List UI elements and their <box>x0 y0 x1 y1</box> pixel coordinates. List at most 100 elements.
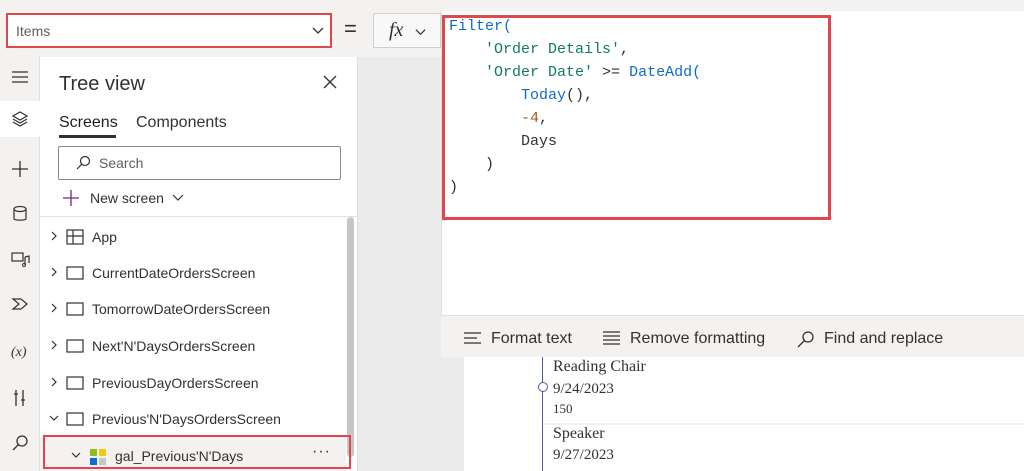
canvas-area <box>358 57 441 471</box>
gallery-item-quantity: 150 <box>553 401 573 416</box>
hamburger-menu[interactable] <box>0 59 40 95</box>
screen-icon <box>66 376 84 390</box>
gallery-item-date: 9/27/2023 <box>553 447 614 463</box>
chevron-right-icon[interactable] <box>49 377 59 387</box>
code-token: Filter( <box>449 18 513 35</box>
media-icon <box>11 252 30 267</box>
tree-item-screen[interactable]: CurrentDateOrdersScreen <box>40 254 346 290</box>
code-token: ) <box>449 156 495 173</box>
gallery-item-title: Reading Chair <box>553 358 646 375</box>
tree-item-app[interactable]: App <box>40 218 346 254</box>
remove-formatting-label: Remove formatting <box>630 330 766 347</box>
tab-active-indicator <box>59 135 116 138</box>
rail-media[interactable] <box>0 241 40 277</box>
code-token: Today <box>521 87 567 104</box>
left-rail: (x) <box>0 57 40 471</box>
formula-toolbar: Format text Remove formatting Find and r… <box>441 315 1024 357</box>
code-token: ) <box>449 179 459 196</box>
tree-item-gallery[interactable]: gal_Previous'N'Days ··· <box>40 437 346 471</box>
code-token: -4 <box>521 110 540 127</box>
code-line: Filter( <box>449 15 701 38</box>
chevron-down-icon <box>312 27 324 34</box>
formula-editor[interactable]: Filter( 'Order Details', 'Order Date' >=… <box>441 11 1024 315</box>
code-line: Days <box>449 130 701 153</box>
tab-components[interactable]: Components <box>136 114 227 132</box>
power-automate-icon <box>11 298 28 310</box>
plus-icon <box>12 161 28 177</box>
search-input[interactable] <box>99 154 329 172</box>
tree-item-screen[interactable]: Previous'N'DaysOrdersScreen <box>40 400 346 436</box>
chevron-down-icon[interactable] <box>71 450 81 460</box>
property-dropdown[interactable]: Items <box>6 13 332 48</box>
remove-formatting-icon <box>603 331 620 345</box>
gallery-control[interactable] <box>464 357 1024 471</box>
tree-item-screen[interactable]: TomorrowDateOrdersScreen <box>40 290 346 326</box>
new-screen-label: New screen <box>90 190 164 206</box>
tree-item-label: gal_Previous'N'Days <box>115 448 244 464</box>
property-value: Items <box>16 23 51 39</box>
code-token: , <box>620 41 630 58</box>
rail-variables[interactable]: (x) <box>0 333 40 369</box>
code-token: , <box>539 110 549 127</box>
chevron-right-icon[interactable] <box>49 303 59 313</box>
tree-item-label: Previous'N'DaysOrdersScreen <box>92 411 281 427</box>
fx-button[interactable]: fx <box>373 13 441 48</box>
rail-data[interactable] <box>0 196 40 232</box>
tree-item-label: CurrentDateOrdersScreen <box>92 265 256 281</box>
layers-icon <box>11 111 29 127</box>
chevron-down-icon <box>415 29 426 36</box>
code-token: >= <box>593 64 630 81</box>
close-icon[interactable] <box>322 74 338 90</box>
timeline-dot <box>538 382 548 392</box>
variables-icon: (x) <box>11 345 27 360</box>
power-apps-studio: Items = fx (x) Tree view Screens Compone… <box>0 0 1024 471</box>
format-text-label: Format text <box>491 330 572 347</box>
tree-item-label: PreviousDayOrdersScreen <box>92 375 259 391</box>
tree-scrollbar[interactable] <box>347 217 354 457</box>
tree-item-label: TomorrowDateOrdersScreen <box>92 301 271 317</box>
gallery-icon <box>90 449 106 465</box>
tab-screens[interactable]: Screens <box>59 114 118 132</box>
rail-advanced-tools[interactable] <box>0 380 40 416</box>
divider <box>40 216 358 217</box>
timeline-line <box>542 357 543 471</box>
code-line: 'Order Date' >= DateAdd( <box>449 61 701 84</box>
plus-icon <box>63 190 79 206</box>
rail-search[interactable] <box>0 425 40 461</box>
code-token: DateAdd( <box>629 64 702 81</box>
code-line: 'Order Details', <box>449 38 701 61</box>
code-token: Days <box>449 133 558 150</box>
rail-tree-view[interactable] <box>0 101 40 137</box>
rail-power-automate[interactable] <box>0 286 40 322</box>
gallery-separator <box>543 423 1024 425</box>
tree-view-panel: Tree view Screens Components New screen … <box>40 57 358 471</box>
chevron-right-icon[interactable] <box>49 267 59 277</box>
formula-code[interactable]: Filter( 'Order Details', 'Order Date' >=… <box>449 15 701 199</box>
tree-item-label: App <box>92 229 117 245</box>
fx-icon: fx <box>389 19 404 41</box>
tree-item-screen[interactable]: Next'N'DaysOrdersScreen <box>40 327 346 363</box>
tree-search-box[interactable] <box>58 146 341 180</box>
chevron-right-icon[interactable] <box>49 340 59 350</box>
tree-item-screen[interactable]: PreviousDayOrdersScreen <box>40 364 346 400</box>
more-options-icon[interactable]: ··· <box>312 443 331 461</box>
code-line: Today(), <box>449 84 701 107</box>
app-icon <box>66 229 84 245</box>
chevron-right-icon[interactable] <box>49 231 59 241</box>
code-line: ) <box>449 176 701 199</box>
screen-icon <box>66 412 84 426</box>
screen-icon <box>66 302 84 316</box>
chevron-down-icon[interactable] <box>49 413 59 423</box>
find-replace-label: Find and replace <box>824 330 944 347</box>
tools-icon <box>14 390 25 406</box>
code-token: 'Order Date' <box>485 64 594 81</box>
format-text-icon <box>464 332 481 344</box>
rail-insert[interactable] <box>0 151 40 187</box>
code-line: -4, <box>449 107 701 130</box>
tree-view-title: Tree view <box>59 73 145 95</box>
database-icon <box>13 205 27 221</box>
